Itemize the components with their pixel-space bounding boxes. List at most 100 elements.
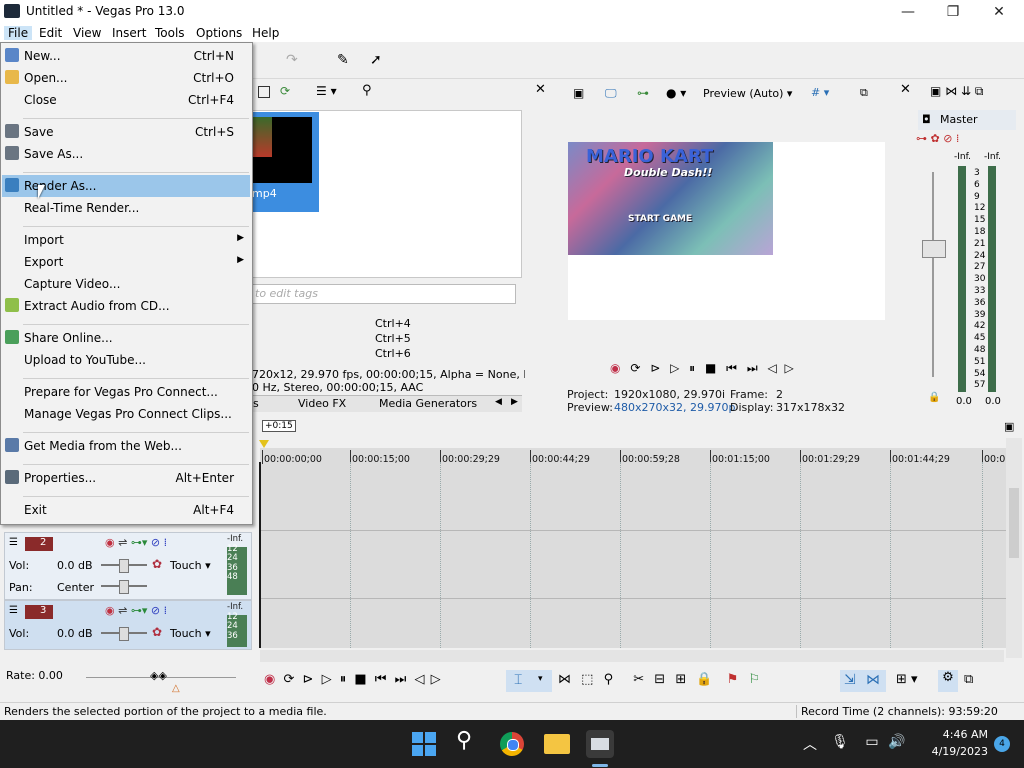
timeline-hscroll[interactable] (260, 650, 1004, 662)
record-icon[interactable]: ◉ (610, 361, 620, 375)
microphone-icon[interactable]: 🎙 (830, 734, 850, 754)
pan-slider[interactable] (101, 580, 147, 594)
tab-scroll-left-icon[interactable]: ◀ (495, 397, 502, 407)
menu-file[interactable]: File (4, 26, 33, 40)
file-menu-item-exit[interactable]: Exit Alt+F4 (2, 499, 250, 521)
copy-snapshot-icon[interactable]: ⧉ (860, 86, 868, 100)
preview-properties-icon[interactable]: ▣ (573, 86, 584, 100)
snapping-icon[interactable]: ⇲ (844, 672, 856, 688)
file-menu-item-import[interactable]: Import ▶ (2, 229, 250, 251)
file-menu-item-export[interactable]: Export ▶ (2, 251, 250, 273)
file-menu-item-properties[interactable]: Properties... Alt+Enter (2, 467, 250, 489)
file-menu-item-save[interactable]: Save Ctrl+S (2, 121, 250, 143)
panel-close-icon[interactable]: ✕ (535, 82, 546, 97)
loop-icon[interactable]: ⟳ (630, 361, 640, 375)
file-menu-item-open[interactable]: Open... Ctrl+O (2, 67, 250, 89)
pan-slider-thumb[interactable] (119, 580, 129, 594)
play-icon[interactable]: ▷ (670, 361, 679, 375)
pause-icon[interactable]: ⏸ (689, 361, 695, 375)
network-icon[interactable]: ▭ (862, 734, 882, 754)
track-record-icon[interactable]: ◉ ⇌ ⊶▾ ⊘ ⁞ (105, 536, 167, 549)
track-record-icon[interactable]: ◉ ⇌ ⊶▾ ⊘ ⁞ (105, 604, 167, 617)
edit-tool-dropdown-icon[interactable]: ▾ (538, 674, 543, 684)
menu-options[interactable]: Options (196, 26, 242, 40)
record-icon[interactable]: ◉ (264, 672, 275, 687)
selection-tool-icon[interactable]: ⬚ (581, 672, 593, 687)
automation-gear-icon[interactable]: ✿ (152, 557, 162, 571)
go-to-start-icon[interactable]: ⏮ (726, 361, 737, 375)
file-menu-item-capture-video[interactable]: Capture Video... (2, 273, 250, 295)
master-fx-icons[interactable]: ⊶ ✿ ⊘ ⁞ (916, 132, 959, 145)
play-from-start-icon[interactable]: ⊳ (303, 672, 314, 687)
chrome-icon[interactable] (500, 732, 524, 756)
file-explorer-icon[interactable] (544, 734, 570, 754)
timeline-vscroll[interactable] (1006, 438, 1022, 658)
loop-icon[interactable]: ⟳ (283, 672, 294, 687)
help-pointer-icon[interactable]: ➚ (370, 52, 388, 70)
go-to-end-icon[interactable]: ⏭ (395, 672, 407, 687)
next-frame-icon[interactable]: ▷ (431, 672, 441, 687)
pause-icon[interactable]: ⏸ (340, 672, 347, 687)
thumbnail-view-icon[interactable] (258, 86, 270, 98)
preview-quality-dropdown[interactable]: Preview (Auto) ▾ (703, 87, 792, 100)
lock-envelopes-icon[interactable]: ⚙ (938, 670, 958, 692)
stop-icon[interactable]: ■ (354, 672, 366, 687)
split-screen-icon[interactable]: ⊶ (637, 86, 649, 100)
auto-crossfade-icon[interactable]: ⋈ (866, 672, 880, 688)
region-icon[interactable]: ⚐ (749, 672, 761, 687)
previous-frame-icon[interactable]: ◁ (414, 672, 424, 687)
tab-video-fx[interactable]: Video FX (298, 397, 346, 410)
redo-icon[interactable]: ↷ (286, 52, 304, 70)
tab-scroll-right-icon[interactable]: ▶ (511, 397, 518, 407)
ignore-grouping-icon[interactable]: ⧉ (964, 672, 973, 687)
zoom-tool-icon[interactable]: ⚲ (604, 672, 614, 687)
menu-insert[interactable]: Insert (112, 26, 146, 40)
search-icon[interactable]: ⚲ (456, 728, 472, 753)
normal-edit-tool-icon[interactable]: ⌶ (514, 672, 522, 688)
media-clip-selected[interactable]: mp4 (252, 112, 319, 212)
track-expand-icon[interactable]: ☰ (9, 605, 18, 616)
windows-start-icon[interactable] (412, 732, 436, 756)
properties-tool-icon[interactable]: ✎ (337, 52, 355, 70)
stop-icon[interactable]: ■ (705, 361, 716, 375)
external-monitor-icon[interactable]: 🖵 (605, 86, 617, 101)
automation-gear-icon[interactable]: ✿ (152, 625, 162, 639)
views-icon[interactable]: ☰ ▾ (316, 84, 337, 98)
file-menu-item-new[interactable]: New... Ctrl+N (2, 45, 250, 67)
master-close-icon[interactable]: ✕ (900, 82, 911, 97)
volume-slider-thumb[interactable] (119, 559, 129, 573)
envelope-tool-icon[interactable]: ⋈ (558, 672, 571, 687)
go-to-end-icon[interactable]: ⏭ (747, 361, 758, 375)
file-menu-item-get-media-from-the-web[interactable]: Get Media from the Web... (2, 435, 250, 457)
file-menu-item-manage-vegas-pro-connect-clips[interactable]: Manage Vegas Pro Connect Clips... (2, 403, 250, 425)
rate-slider-handle-icon[interactable]: ◈◈ (150, 669, 167, 682)
track-expand-icon[interactable]: ☰ (9, 537, 18, 548)
file-menu-item-real-time-render[interactable]: Real-Time Render... (2, 197, 250, 219)
file-menu-item-extract-audio-from-cd[interactable]: Extract Audio from CD... (2, 295, 250, 317)
go-to-start-icon[interactable]: ⏮ (375, 672, 387, 687)
close-button[interactable]: ✕ (984, 2, 1014, 22)
show-hidden-icons-icon[interactable]: ︿ (800, 734, 820, 754)
tab-transitions[interactable]: s (253, 397, 259, 410)
file-menu-item-save-as[interactable]: Save As... (2, 143, 250, 165)
trim-icon[interactable]: ⊟ (654, 672, 665, 687)
maximize-button[interactable]: ❐ (938, 2, 968, 22)
tags-field[interactable]: to edit tags (252, 284, 516, 304)
next-frame-icon[interactable]: ▷ (785, 361, 794, 375)
file-menu-item-share-online[interactable]: Share Online... (2, 327, 250, 349)
automation-mode[interactable]: Touch ▾ (170, 559, 211, 572)
ripple-edit-icon[interactable]: ⊞ ▾ (896, 672, 918, 687)
snap-toggles[interactable]: ⇲ ⋈ (840, 670, 886, 692)
play-icon[interactable]: ▷ (322, 672, 332, 687)
master-tools-icons[interactable]: ▣ ⋈ ⇊ ⧉ (930, 84, 983, 99)
automation-mode[interactable]: Touch ▾ (170, 627, 211, 640)
video-fx-icon[interactable]: ● ▾ (666, 86, 686, 100)
volume-slider[interactable] (101, 559, 147, 573)
marker-icon[interactable]: ⚑ (727, 672, 739, 687)
master-fader-handle[interactable] (922, 240, 946, 258)
vscroll-thumb[interactable] (1009, 488, 1019, 558)
timeline-corner-icon[interactable]: ▣ (1004, 420, 1014, 433)
search-icon[interactable]: ⚲ (362, 83, 372, 98)
track-header-3[interactable]: ☰ 3 ◉ ⇌ ⊶▾ ⊘ ⁞ Vol: 0.0 dB ✿ Touch ▾ -In… (4, 600, 252, 650)
menu-tools[interactable]: Tools (155, 26, 185, 40)
